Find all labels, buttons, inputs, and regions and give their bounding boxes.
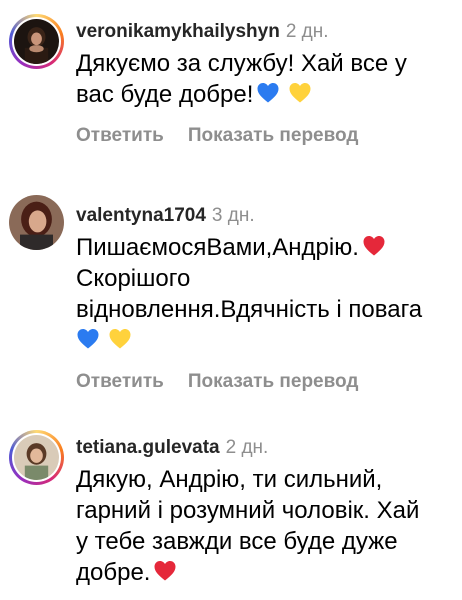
username[interactable]: veronikamykhailyshyn	[76, 21, 280, 42]
avatar[interactable]	[9, 430, 64, 485]
username[interactable]: tetiana.gulevata	[76, 437, 220, 458]
comment-actions: Ответить Показать перевод	[76, 124, 456, 148]
avatar[interactable]	[9, 195, 64, 250]
blue-heart-icon	[76, 327, 100, 351]
show-translation-button[interactable]: Показать перевод	[188, 371, 359, 392]
comment-line: відновлення.Вдячність і повага	[76, 296, 423, 323]
comment-line: Скорішого	[76, 265, 191, 292]
comment-text: Дякую, Андрію, ти сильний, гарний і розу…	[76, 464, 456, 588]
blue-heart-icon	[256, 81, 280, 105]
comment-line: у тебе завжди все буде дуже	[76, 528, 398, 555]
comment-line: гарний і розумний чоловік. Хай	[76, 497, 420, 524]
username[interactable]: valentyna1704	[76, 205, 206, 226]
comment-header: veronikamykhailyshyn 2 дн.	[76, 20, 456, 44]
comment-header: valentyna1704 3 дн.	[76, 204, 456, 228]
comment-line: Дякую, Андрію, ти сильний,	[76, 466, 383, 493]
red-heart-icon	[153, 559, 177, 583]
comment-text: ПишаємосяВами,Андрію. Скорішого відновле…	[76, 232, 456, 356]
comment-line: добре.	[76, 559, 151, 586]
yellow-heart-icon	[288, 81, 312, 105]
timestamp: 2 дн.	[225, 437, 269, 458]
comment-line: Дякуємо за службу! Хай все у	[76, 50, 407, 77]
avatar[interactable]	[9, 14, 64, 69]
comment-text: Дякуємо за службу! Хай все у вас буде до…	[76, 48, 456, 110]
show-translation-button[interactable]: Показать перевод	[188, 125, 359, 146]
yellow-heart-icon	[108, 327, 132, 351]
reply-button[interactable]: Ответить	[76, 371, 164, 392]
comment-header: tetiana.gulevata 2 дн.	[76, 436, 456, 460]
timestamp: 3 дн.	[211, 205, 255, 226]
reply-button[interactable]: Ответить	[76, 125, 164, 146]
comment-line: вас буде добре!	[76, 81, 254, 108]
timestamp: 2 дн.	[285, 21, 329, 42]
red-heart-icon	[362, 234, 386, 258]
comment-actions: Ответить Показать перевод	[76, 370, 456, 394]
comment-line: ПишаємосяВами,Андрію.	[76, 234, 359, 261]
